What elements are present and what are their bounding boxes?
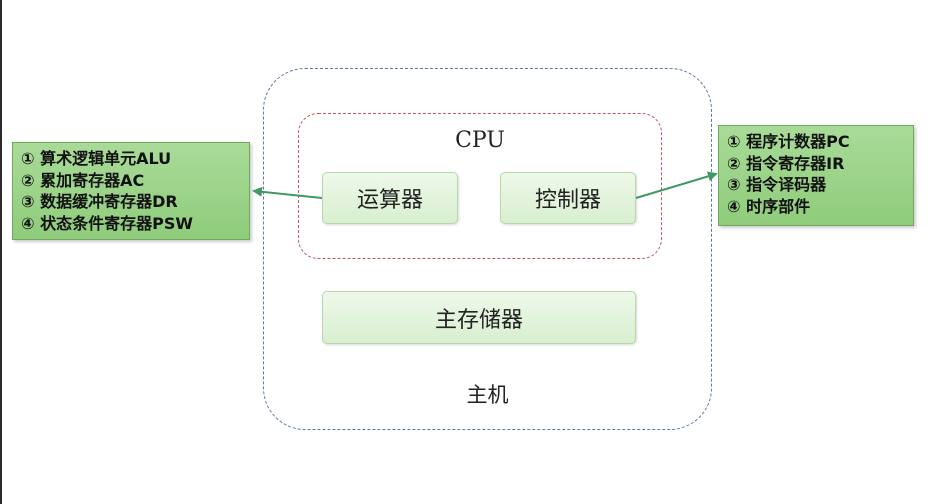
alu-to-list-arrow [252, 186, 323, 199]
connector-arrows [252, 171, 718, 199]
control-to-list-arrow [635, 171, 718, 199]
